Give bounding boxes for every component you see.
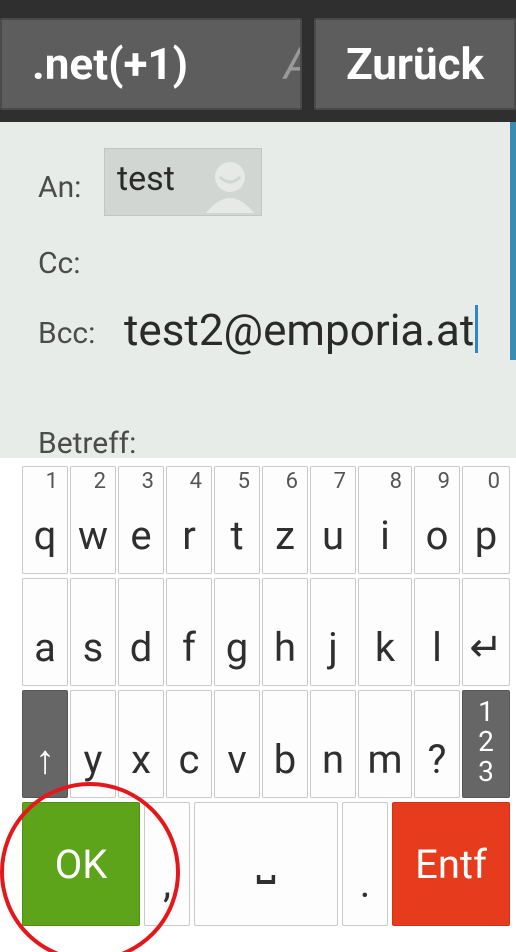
- key-l[interactable]: l: [414, 578, 460, 686]
- key-label: u: [321, 512, 345, 559]
- key-label: s: [82, 624, 104, 671]
- key-number-hint: 8: [389, 469, 402, 494]
- key-label: n: [321, 736, 345, 783]
- account-button-overflow-text: A: [284, 38, 300, 90]
- key-label: d: [129, 624, 153, 671]
- key-label: z: [275, 512, 295, 559]
- key-number-hint: 5: [237, 469, 250, 494]
- delete-button[interactable]: Entf: [392, 802, 510, 926]
- key-label: a: [34, 624, 56, 671]
- numbers-toggle-key[interactable]: 1 2 3: [462, 690, 510, 798]
- account-button[interactable]: .net(+1) A: [0, 18, 302, 110]
- key-a[interactable]: a: [22, 578, 68, 686]
- compose-recipients: An: test Cc: Bcc: test2@emporia.at Betre…: [0, 122, 516, 458]
- key-o[interactable]: 9o: [414, 466, 460, 574]
- shift-key[interactable]: ↑: [22, 690, 68, 798]
- key-label: b: [273, 736, 297, 783]
- key-w[interactable]: 2w: [70, 466, 116, 574]
- period-key[interactable]: .: [342, 802, 388, 926]
- key-c[interactable]: c: [166, 690, 212, 798]
- scrollbar[interactable]: [510, 122, 516, 360]
- enter-icon: ↵: [469, 624, 503, 671]
- key-number-hint: 4: [189, 469, 202, 494]
- enter-key[interactable]: ↵: [462, 578, 510, 686]
- text-cursor: [475, 305, 479, 353]
- key-n[interactable]: n: [310, 690, 356, 798]
- key-label: h: [273, 624, 297, 671]
- key-label: j: [328, 624, 338, 671]
- shift-arrow-icon: ↑: [35, 736, 55, 783]
- key-q[interactable]: 1q: [22, 466, 68, 574]
- key-f[interactable]: f: [166, 578, 212, 686]
- key-number-hint: 3: [141, 469, 154, 494]
- key-p[interactable]: 0p: [462, 466, 510, 574]
- key-v[interactable]: v: [214, 690, 260, 798]
- key-label: ?: [427, 736, 447, 783]
- key-u[interactable]: 7u: [310, 466, 356, 574]
- key-number-hint: 1: [45, 469, 58, 494]
- account-button-label: .net(+1): [32, 38, 189, 90]
- bcc-input[interactable]: test2@emporia.at: [124, 302, 494, 358]
- key-g[interactable]: g: [214, 578, 260, 686]
- key-number-hint: 2: [93, 469, 106, 494]
- key-label: .: [359, 860, 371, 907]
- key-j[interactable]: j: [310, 578, 356, 686]
- bcc-label: Bcc:: [38, 316, 96, 351]
- delete-button-label: Entf: [415, 840, 487, 888]
- recipient-chip-text: test: [117, 159, 175, 199]
- contact-avatar-icon: [206, 162, 254, 213]
- key-i[interactable]: 8i: [358, 466, 412, 574]
- to-label: An:: [38, 170, 82, 205]
- space-icon: ⎵: [256, 827, 276, 884]
- key-label: c: [178, 736, 200, 783]
- key-h[interactable]: h: [262, 578, 308, 686]
- space-key[interactable]: ⎵: [194, 802, 338, 926]
- key-r[interactable]: 4r: [166, 466, 212, 574]
- key-number-hint: 7: [333, 469, 346, 494]
- key-label: o: [425, 512, 449, 559]
- key-label: g: [225, 624, 249, 671]
- key-label: y: [83, 736, 103, 783]
- back-button-label: Zurück: [345, 38, 485, 90]
- key-label: ,: [163, 860, 171, 907]
- key-question[interactable]: ?: [414, 690, 460, 798]
- numbers-toggle-label: 1 2 3: [478, 695, 494, 788]
- action-bar: .net(+1) A Zurück: [0, 0, 516, 122]
- key-b[interactable]: b: [262, 690, 308, 798]
- on-screen-keyboard: 1q 2w 3e 4r 5t 6z 7u 8i 9o 0p a s d f g …: [0, 458, 516, 952]
- ok-button-label: OK: [54, 840, 108, 888]
- bcc-input-text: test2@emporia.at: [124, 304, 475, 356]
- key-z[interactable]: 6z: [262, 466, 308, 574]
- key-label: e: [130, 512, 152, 559]
- key-label: f: [182, 624, 196, 671]
- key-t[interactable]: 5t: [214, 466, 260, 574]
- key-number-hint: 9: [437, 469, 450, 494]
- key-e[interactable]: 3e: [118, 466, 164, 574]
- ok-button[interactable]: OK: [22, 802, 140, 926]
- cc-label: Cc:: [38, 246, 81, 281]
- key-label: w: [77, 512, 109, 559]
- key-label: m: [367, 736, 403, 783]
- key-label: v: [227, 736, 247, 783]
- key-s[interactable]: s: [70, 578, 116, 686]
- key-label: q: [33, 512, 57, 559]
- key-label: k: [374, 624, 396, 671]
- key-number-hint: 0: [487, 469, 500, 494]
- back-button[interactable]: Zurück: [314, 18, 516, 110]
- key-k[interactable]: k: [358, 578, 412, 686]
- key-label: x: [131, 736, 151, 783]
- key-x[interactable]: x: [118, 690, 164, 798]
- key-label: t: [230, 512, 244, 559]
- key-m[interactable]: m: [358, 690, 412, 798]
- key-number-hint: 6: [285, 469, 298, 494]
- key-d[interactable]: d: [118, 578, 164, 686]
- key-label: l: [432, 624, 442, 671]
- subject-label: Betreff:: [38, 426, 137, 458]
- key-label: p: [474, 512, 498, 559]
- key-label: i: [380, 512, 390, 559]
- key-y[interactable]: y: [70, 690, 116, 798]
- key-label: r: [182, 512, 196, 559]
- comma-key[interactable]: ,: [144, 802, 190, 926]
- recipient-chip[interactable]: test: [104, 148, 262, 216]
